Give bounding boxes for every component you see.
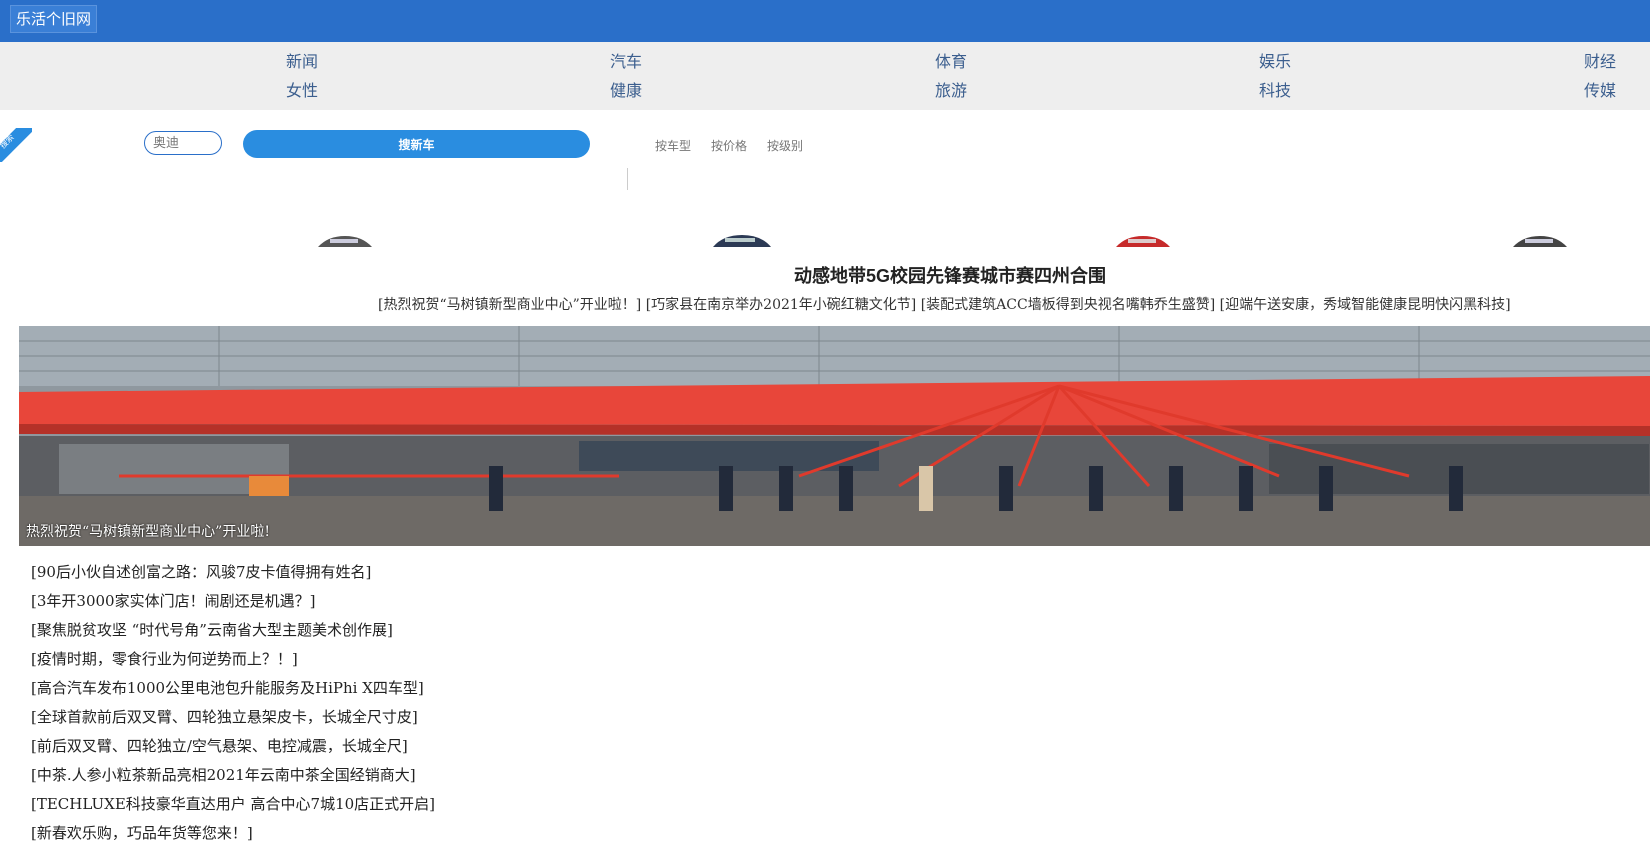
list-item[interactable]: [新春欢乐购，巧品年货等您来！] [31,819,435,848]
top-bar: 乐活个旧网 [0,0,1650,42]
ribbon-label: 搜索 [0,132,16,151]
list-item[interactable]: [3年开3000家实体门店！闹剧还是机遇？] [31,587,435,616]
list-item[interactable]: [TECHLUXE科技豪华直达用户 高合中心7城10店正式开启] [31,790,435,819]
site-logo[interactable]: 乐活个旧网 [10,5,98,33]
divider [627,168,628,190]
banner-image [19,326,1650,546]
list-item[interactable]: [中茶.人参小粒茶新品亮相2021年云南中茶全国经销商大] [31,761,435,790]
list-item[interactable]: [高合汽车发布1000公里电池包升能服务及HiPhi X四车型] [31,674,435,703]
list-item[interactable]: [前后双叉臂、四轮独立/空气悬架、电控减震，长城全尺] [31,732,435,761]
category-nav: 新闻 汽车 体育 娱乐 财经 女性 健康 旅游 科技 传媒 [0,42,1650,110]
headline-title[interactable]: 动感地带5G校园先锋赛城市赛四州合围 [0,262,1650,288]
news-list: [90后小伙自述创富之路：风骏7皮卡值得拥有姓名] [3年开3000家实体门店！… [31,558,435,848]
nav-item-women[interactable]: 女性 [267,81,337,101]
filter-by-class[interactable]: 按级别 [767,137,803,154]
headline-link[interactable]: [迎端午送安康，秀域智能健康昆明快闪黑科技] [1220,297,1511,313]
list-item[interactable]: [全球首款前后双叉臂、四轮独立悬架皮卡，长城全尺寸皮] [31,703,435,732]
nav-item-health[interactable]: 健康 [591,81,661,101]
list-item[interactable]: [疫情时期，零食行业为何逆势而上？！] [31,645,435,674]
search-ribbon: 搜索 [0,128,32,162]
nav-item-auto[interactable]: 汽车 [591,52,661,72]
headline-link[interactable]: [巧家县在南京举办2021年小碗红糖文化节] [646,297,917,313]
nav-item-entertainment[interactable]: 娱乐 [1240,52,1310,72]
car-thumbnail[interactable] [310,233,380,247]
nav-item-media[interactable]: 传媒 [1565,81,1635,101]
nav-item-finance[interactable]: 财经 [1565,52,1635,72]
list-item[interactable]: [聚焦脱贫攻坚 “时代号角”云南省大型主题美术创作展] [31,616,435,645]
nav-item-news[interactable]: 新闻 [267,52,337,72]
headline-link[interactable]: [热烈祝贺“马树镇新型商业中心”开业啦！] [378,297,641,313]
nav-item-sports[interactable]: 体育 [916,52,986,72]
list-item[interactable]: [90后小伙自述创富之路：风骏7皮卡值得拥有姓名] [31,558,435,587]
filter-by-price[interactable]: 按价格 [711,137,747,154]
featured-banner[interactable]: 热烈祝贺“马树镇新型商业中心”开业啦! [19,326,1650,546]
nav-item-tech[interactable]: 科技 [1240,81,1310,101]
car-search-input[interactable] [144,131,222,155]
nav-item-travel[interactable]: 旅游 [916,81,986,101]
filter-by-model[interactable]: 按车型 [655,137,691,154]
car-thumbnail[interactable] [1505,233,1575,247]
headline-links: [热烈祝贺“马树镇新型商业中心”开业啦！] [巧家县在南京举办2021年小碗红糖… [378,294,1511,314]
headline-link[interactable]: [装配式建筑ACC墙板得到央视名嘴韩乔生盛赞] [921,297,1215,313]
car-thumbnail[interactable] [707,233,777,247]
banner-caption[interactable]: 热烈祝贺“马树镇新型商业中心”开业啦! [26,521,270,541]
search-new-car-button[interactable]: 搜新车 [243,130,590,158]
car-thumbnail[interactable] [1108,233,1178,247]
